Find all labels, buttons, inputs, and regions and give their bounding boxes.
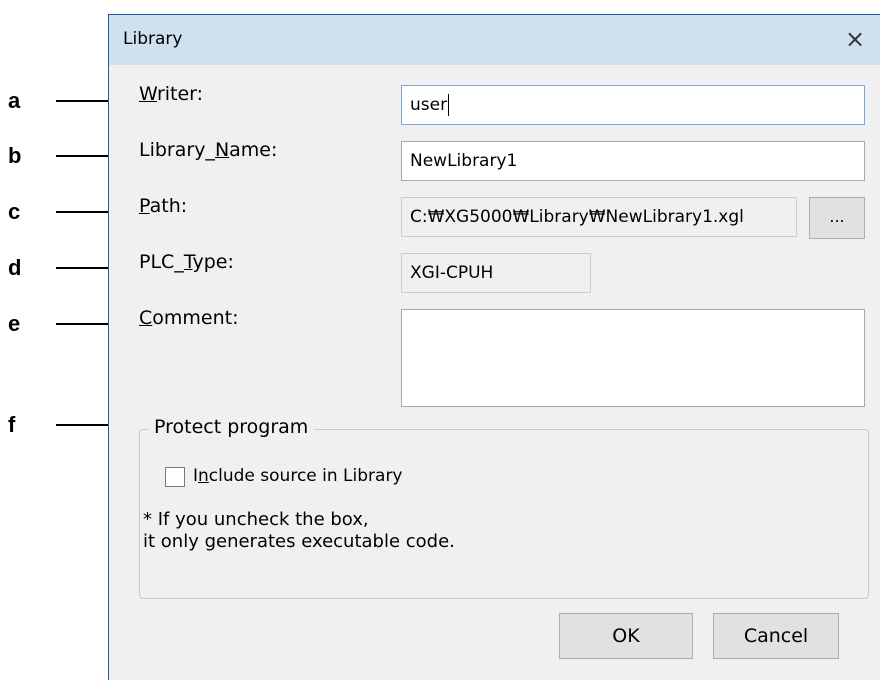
dialog-title: Library — [123, 29, 183, 49]
annotation-letter: b — [8, 143, 22, 168]
annotation-letter: e — [8, 311, 21, 336]
note-line-1: * If you uncheck the box, — [143, 509, 369, 530]
plc-type-label: PLC_Type: — [139, 251, 234, 273]
title-bar: Library × — [109, 15, 880, 65]
note-line-2: it only generates executable code. — [143, 531, 455, 552]
protect-program-title: Protect program — [148, 416, 315, 438]
writer-input[interactable]: user — [401, 85, 865, 125]
include-source-checkbox[interactable] — [165, 467, 185, 487]
annotation-letter: a — [8, 88, 21, 113]
plc-type-field: XGI-CPUH — [401, 253, 591, 293]
cancel-button[interactable]: Cancel — [713, 613, 839, 659]
text-caret — [448, 94, 450, 116]
include-source-label[interactable]: Include source in Library — [193, 466, 403, 486]
library-name-input[interactable]: NewLibrary1 — [401, 141, 865, 181]
annotation-letter: c — [8, 199, 21, 224]
comment-textarea[interactable] — [401, 309, 865, 407]
annotation-letter: f — [8, 412, 16, 437]
close-icon[interactable]: × — [840, 23, 870, 55]
browse-button[interactable]: ... — [809, 197, 865, 239]
path-label: Path: — [139, 195, 188, 217]
library-name-label: Library_Name: — [139, 139, 278, 161]
ok-button[interactable]: OK — [559, 613, 693, 659]
library-dialog: Library × Writer: user Library_Name: New… — [108, 14, 880, 680]
path-input[interactable]: C:₩XG5000₩Library₩NewLibrary1.xgl — [401, 197, 797, 237]
writer-label: Writer: — [139, 83, 204, 105]
annotation-letter: d — [8, 255, 22, 280]
comment-label: Comment: — [139, 307, 239, 329]
